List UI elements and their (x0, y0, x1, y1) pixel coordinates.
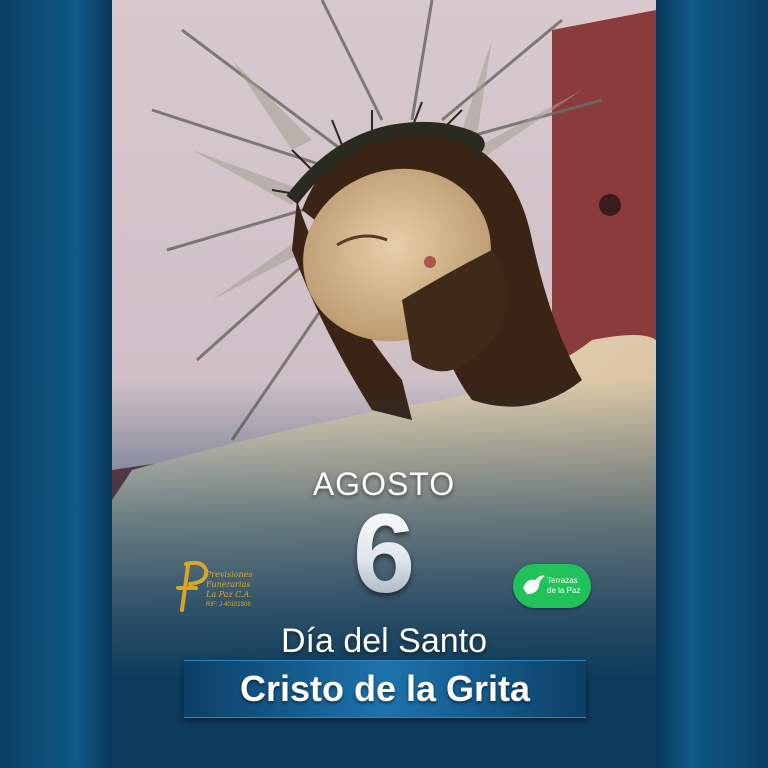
logo-left-rif: RIF: J-40102308 (206, 602, 251, 608)
date-day: 6 (0, 498, 768, 610)
logo-right-line2: de la Paz (547, 586, 581, 595)
logo-left-line3: La Paz C.A. (206, 590, 252, 599)
logo-left-line2: Funerarias (206, 580, 251, 589)
title-line1: Día del Santo (280, 622, 488, 660)
terrazas-logo: Terrazas de la Paz (513, 564, 591, 608)
logo-right-line1: Terrazas (547, 576, 578, 585)
dove-icon (523, 575, 545, 594)
title-banner: Cristo de la Grita (184, 660, 586, 718)
logo-left-line1: Previsiones (206, 570, 253, 579)
funerarias-logo: Previsiones Funerarias La Paz C.A. RIF: … (172, 556, 253, 616)
title-line2: Cristo de la Grita (239, 668, 531, 709)
